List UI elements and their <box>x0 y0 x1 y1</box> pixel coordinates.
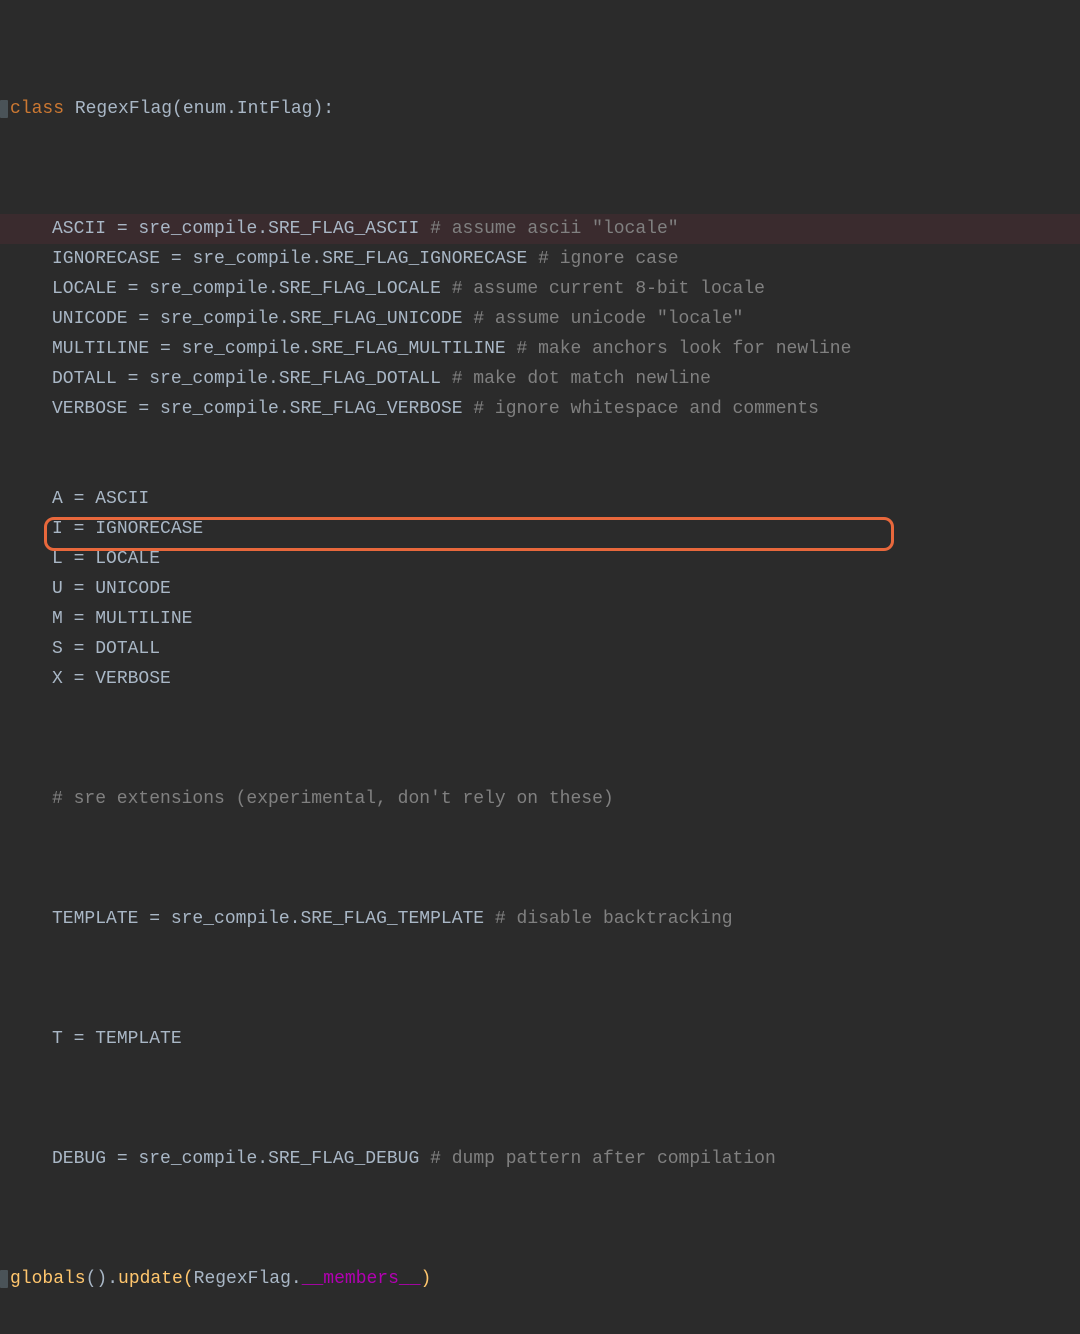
code-line-alias[interactable]: U = UNICODE <box>0 574 1080 604</box>
fn-globals: globals <box>10 1269 86 1289</box>
comment-text: # make anchors look for newline <box>517 339 852 359</box>
var-name: T <box>52 1029 63 1049</box>
code-line-alias[interactable]: L = LOCALE <box>0 544 1080 574</box>
var-name: S <box>52 639 63 659</box>
fn-update: update <box>118 1269 183 1289</box>
var-name: L <box>52 549 63 569</box>
code-line-flag[interactable]: ASCII = sre_compile.SRE_FLAG_ASCII # ass… <box>0 214 1080 244</box>
comment-text: # disable backtracking <box>495 909 733 929</box>
code-line-flag[interactable]: IGNORECASE = sre_compile.SRE_FLAG_IGNORE… <box>0 244 1080 274</box>
code-line-alias[interactable]: S = DOTALL <box>0 634 1080 664</box>
code-line-alias[interactable]: A = ASCII <box>0 484 1080 514</box>
var-name: MULTILINE <box>52 339 149 359</box>
code-line-alias[interactable]: I = IGNORECASE <box>0 514 1080 544</box>
code-line-flag[interactable]: MULTILINE = sre_compile.SRE_FLAG_MULTILI… <box>0 334 1080 364</box>
var-name: M <box>52 609 63 629</box>
dunder-members: __members__ <box>302 1269 421 1289</box>
comment-text: # dump pattern after compilation <box>430 1149 776 1169</box>
comment-text: # ignore whitespace and comments <box>473 399 819 419</box>
code-line-debug[interactable]: DEBUG = sre_compile.SRE_FLAG_DEBUG # dum… <box>0 1144 1080 1174</box>
comment-text: # ignore case <box>538 249 678 269</box>
code-line-comment[interactable]: # sre extensions (experimental, don't re… <box>0 784 1080 814</box>
var-name: UNICODE <box>52 309 128 329</box>
var-name: DEBUG <box>52 1149 106 1169</box>
fold-gutter-icon[interactable] <box>0 1270 8 1288</box>
fold-gutter-icon[interactable] <box>0 100 8 118</box>
comment-text: # make dot match newline <box>452 369 711 389</box>
var-name: TEMPLATE <box>52 909 138 929</box>
code-line-alias[interactable]: M = MULTILINE <box>0 604 1080 634</box>
var-name: LOCALE <box>52 279 117 299</box>
var-name: X <box>52 669 63 689</box>
code-line-template-alias[interactable]: T = TEMPLATE <box>0 1024 1080 1054</box>
comment-text: # assume ascii "locale" <box>430 219 678 239</box>
var-name: ASCII <box>52 219 106 239</box>
code-line-flag[interactable]: VERBOSE = sre_compile.SRE_FLAG_VERBOSE #… <box>0 394 1080 424</box>
var-name: IGNORECASE <box>52 249 160 269</box>
code-line-flag[interactable]: UNICODE = sre_compile.SRE_FLAG_UNICODE #… <box>0 304 1080 334</box>
comment-text: # sre extensions (experimental, don't re… <box>52 789 614 809</box>
code-line-template[interactable]: TEMPLATE = sre_compile.SRE_FLAG_TEMPLATE… <box>0 904 1080 934</box>
code-line-flag[interactable]: LOCALE = sre_compile.SRE_FLAG_LOCALE # a… <box>0 274 1080 304</box>
code-line-class[interactable]: class RegexFlag(enum.IntFlag): <box>0 94 1080 124</box>
comment-text: # assume current 8-bit locale <box>452 279 765 299</box>
var-name: I <box>52 519 63 539</box>
var-name: VERBOSE <box>52 399 128 419</box>
var-name: A <box>52 489 63 509</box>
class-base: enum.IntFlag <box>183 99 313 119</box>
code-editor[interactable]: class RegexFlag(enum.IntFlag): ASCII = s… <box>0 4 1080 1334</box>
comment-text: # assume unicode "locale" <box>473 309 743 329</box>
class-name: RegexFlag <box>75 99 172 119</box>
code-line-alias[interactable]: X = VERBOSE <box>0 664 1080 694</box>
var-name: DOTALL <box>52 369 117 389</box>
code-line-globals[interactable]: globals().update(RegexFlag.__members__) <box>0 1264 1080 1294</box>
keyword-class: class <box>10 99 64 119</box>
var-name: U <box>52 579 63 599</box>
code-line-flag[interactable]: DOTALL = sre_compile.SRE_FLAG_DOTALL # m… <box>0 364 1080 394</box>
